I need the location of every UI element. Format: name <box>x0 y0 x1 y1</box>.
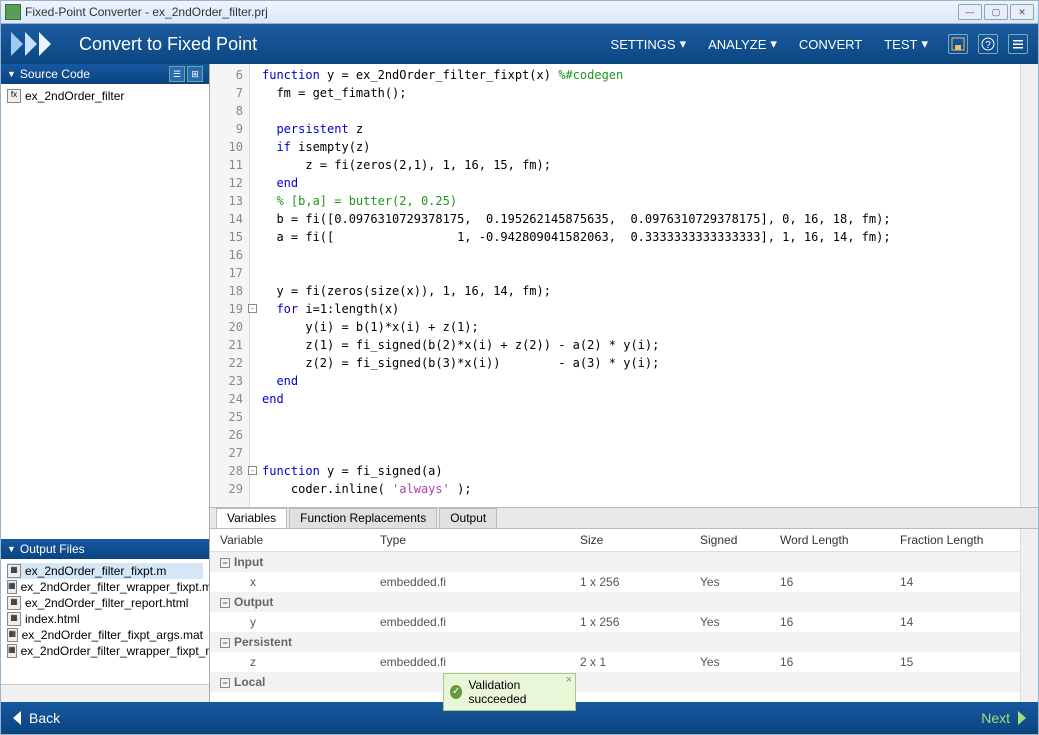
collapse-icon: ▼ <box>7 544 16 554</box>
help-icon[interactable]: ? <box>978 34 998 54</box>
col-variable[interactable]: Variable <box>210 529 370 552</box>
file-icon: fx <box>7 89 21 103</box>
collapse-icon[interactable]: − <box>220 678 230 688</box>
section-row[interactable]: −Local <box>210 672 1020 692</box>
file-icon: ▦ <box>7 580 17 594</box>
menu-settings[interactable]: SETTINGS ▾ <box>611 36 687 52</box>
col-word-length[interactable]: Word Length <box>770 529 890 552</box>
collapse-icon[interactable]: − <box>220 598 230 608</box>
toolbar: Convert to Fixed Point SETTINGS ▾ ANALYZ… <box>1 24 1038 64</box>
tab-function-replacements[interactable]: Function Replacements <box>289 508 437 528</box>
fold-icon[interactable]: - <box>248 466 257 475</box>
save-icon[interactable] <box>948 34 968 54</box>
bottom-tabs: Variables Function Replacements Output <box>210 507 1038 529</box>
back-button[interactable]: Back <box>11 710 60 726</box>
svg-text:?: ? <box>985 40 991 51</box>
tree-item[interactable]: ▦index.html <box>7 611 203 627</box>
vertical-scrollbar[interactable] <box>1020 529 1038 702</box>
section-row[interactable]: −Input <box>210 552 1020 573</box>
code-editor[interactable]: function y = ex_2ndOrder_filter_fixpt(x)… <box>250 64 1020 507</box>
tree-item[interactable]: fxex_2ndOrder_filter <box>7 88 203 104</box>
close-button[interactable]: ✕ <box>1010 4 1034 20</box>
validation-toast: ✓ Validation succeeded × <box>443 673 576 711</box>
vertical-scrollbar[interactable] <box>1020 64 1038 507</box>
app-icon <box>5 4 21 20</box>
collapse-icon: ▼ <box>7 69 16 79</box>
tree-view-icon[interactable]: ⊞ <box>187 66 203 82</box>
tree-item[interactable]: ▦ex_2ndOrder_filter_wrapper_fixpt.m <box>7 579 203 595</box>
menu-test[interactable]: TEST ▾ <box>884 36 928 52</box>
col-signed[interactable]: Signed <box>690 529 770 552</box>
file-icon: ▦ <box>7 644 17 658</box>
col-size[interactable]: Size <box>570 529 690 552</box>
tab-output[interactable]: Output <box>439 508 497 528</box>
menu-analyze[interactable]: ANALYZE ▾ <box>708 36 777 52</box>
toast-close-button[interactable]: × <box>566 674 572 686</box>
col-type[interactable]: Type <box>370 529 570 552</box>
file-icon: ▦ <box>7 612 21 626</box>
tab-variables[interactable]: Variables <box>216 508 287 528</box>
source-tree: fxex_2ndOrder_filter <box>1 84 209 539</box>
horizontal-scrollbar[interactable] <box>1 684 209 702</box>
chevron-right-icon <box>1016 711 1028 725</box>
section-row[interactable]: −Output <box>210 592 1020 612</box>
chevron-left-icon <box>11 711 23 725</box>
variables-table: Variable Type Size Signed Word Length Fr… <box>210 529 1020 702</box>
list-view-icon[interactable]: ☰ <box>169 66 185 82</box>
next-button[interactable]: Next <box>981 710 1028 726</box>
maximize-button[interactable]: ▢ <box>984 4 1008 20</box>
table-row[interactable]: yembedded.fi1 x 256Yes1614 <box>210 612 1020 632</box>
minimize-button[interactable]: — <box>958 4 982 20</box>
titlebar: Fixed-Point Converter - ex_2ndOrder_filt… <box>1 1 1038 24</box>
menu-convert[interactable]: CONVERT <box>799 36 862 52</box>
success-icon: ✓ <box>450 685 462 699</box>
file-icon: ▦ <box>7 564 21 578</box>
output-tree: ▦ex_2ndOrder_filter_fixpt.m▦ex_2ndOrder_… <box>1 559 209 684</box>
window-title: Fixed-Point Converter - ex_2ndOrder_filt… <box>25 5 954 19</box>
toast-text: Validation succeeded <box>468 678 569 706</box>
table-row[interactable]: zembedded.fi2 x 1Yes1615 <box>210 652 1020 672</box>
tree-item[interactable]: ▦ex_2ndOrder_filter_report.html <box>7 595 203 611</box>
section-row[interactable]: −Persistent <box>210 632 1020 652</box>
file-icon: ▦ <box>7 628 18 642</box>
page-title: Convert to Fixed Point <box>79 34 611 55</box>
tree-item[interactable]: ▦ex_2ndOrder_filter_wrapper_fixpt_mex <box>7 643 203 659</box>
table-row[interactable]: xembedded.fi1 x 256Yes1614 <box>210 572 1020 592</box>
tree-item[interactable]: ▦ex_2ndOrder_filter_fixpt_args.mat <box>7 627 203 643</box>
tree-item[interactable]: ▦ex_2ndOrder_filter_fixpt.m <box>7 563 203 579</box>
fold-icon[interactable]: - <box>248 304 257 313</box>
chevrons-icon <box>11 32 65 56</box>
col-fraction-length[interactable]: Fraction Length <box>890 529 1020 552</box>
collapse-icon[interactable]: − <box>220 638 230 648</box>
line-gutter: 678910111213141516171819-202122232425262… <box>210 64 250 507</box>
menu-icon[interactable] <box>1008 34 1028 54</box>
file-icon: ▦ <box>7 596 21 610</box>
output-files-header[interactable]: ▼ Output Files <box>1 539 209 559</box>
collapse-icon[interactable]: − <box>220 558 230 568</box>
source-code-header[interactable]: ▼ Source Code ☰ ⊞ <box>1 64 209 84</box>
